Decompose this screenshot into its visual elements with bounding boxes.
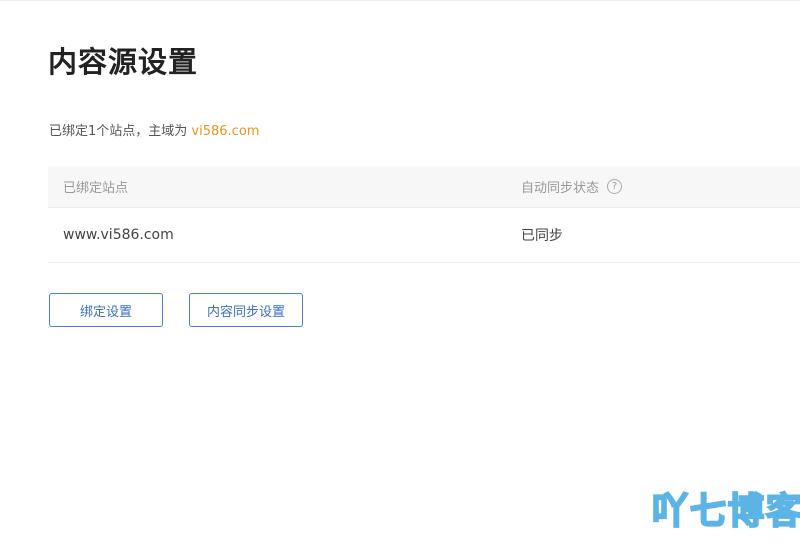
- binding-summary: 已绑定1个站点，主域为 vi586.com: [49, 122, 259, 142]
- page-title: 内容源设置: [48, 45, 199, 79]
- header-sync-status-label: 自动同步状态: [521, 181, 600, 196]
- bound-sites-table: 已绑定站点 自动同步状态 ? www.vi586.com 已同步: [48, 166, 800, 263]
- main-domain: vi586.com: [191, 124, 260, 139]
- watermark-logo: 吖七博客: [651, 490, 800, 533]
- content-sync-settings-button[interactable]: 内容同步设置: [189, 293, 303, 327]
- row-site: www.vi586.com: [63, 227, 174, 243]
- table-row: www.vi586.com 已同步: [48, 208, 800, 263]
- summary-text: 已绑定1个站点，主域为: [49, 124, 188, 139]
- question-circle-icon[interactable]: ?: [607, 179, 623, 194]
- header-bound-site: 已绑定站点: [63, 181, 129, 196]
- row-sync-status: 已同步: [521, 228, 563, 244]
- table-header: 已绑定站点 自动同步状态 ?: [48, 166, 800, 208]
- header-sync-status: 自动同步状态 ?: [521, 166, 623, 207]
- top-divider: [0, 0, 800, 1]
- bind-settings-button[interactable]: 绑定设置: [49, 293, 163, 327]
